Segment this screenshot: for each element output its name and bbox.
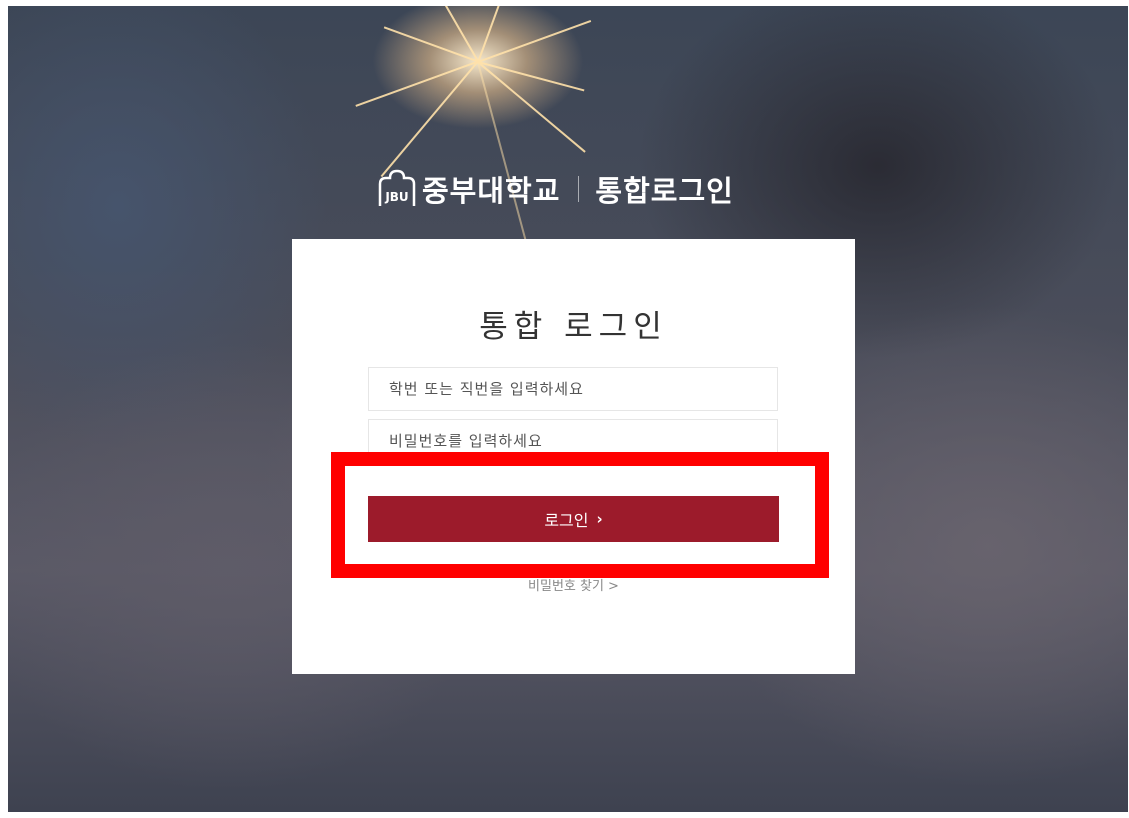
login-card: 통합 로그인 로그인 › 비밀번호 찾기 > bbox=[292, 239, 855, 674]
brand-header: JBU 중부대학교 통합로그인 bbox=[376, 164, 734, 214]
chevron-right-icon: › bbox=[596, 510, 603, 528]
forgot-password-link[interactable]: 비밀번호 찾기 > bbox=[292, 575, 855, 594]
login-button[interactable]: 로그인 › bbox=[368, 496, 779, 542]
service-name: 통합로그인 bbox=[595, 174, 734, 208]
background-photo: JBU 중부대학교 통합로그인 통합 로그인 로그인 › 비밀번호 찾기 > bbox=[8, 6, 1128, 812]
brand-divider bbox=[578, 176, 580, 202]
svg-text:JBU: JBU bbox=[384, 190, 408, 204]
user-id-input[interactable] bbox=[368, 367, 778, 411]
university-name: 중부대학교 bbox=[422, 174, 561, 208]
password-input[interactable] bbox=[368, 419, 778, 463]
jbu-logo-icon: JBU bbox=[378, 169, 416, 206]
login-title: 통합 로그인 bbox=[479, 309, 668, 345]
login-button-label: 로그인 bbox=[544, 511, 589, 530]
